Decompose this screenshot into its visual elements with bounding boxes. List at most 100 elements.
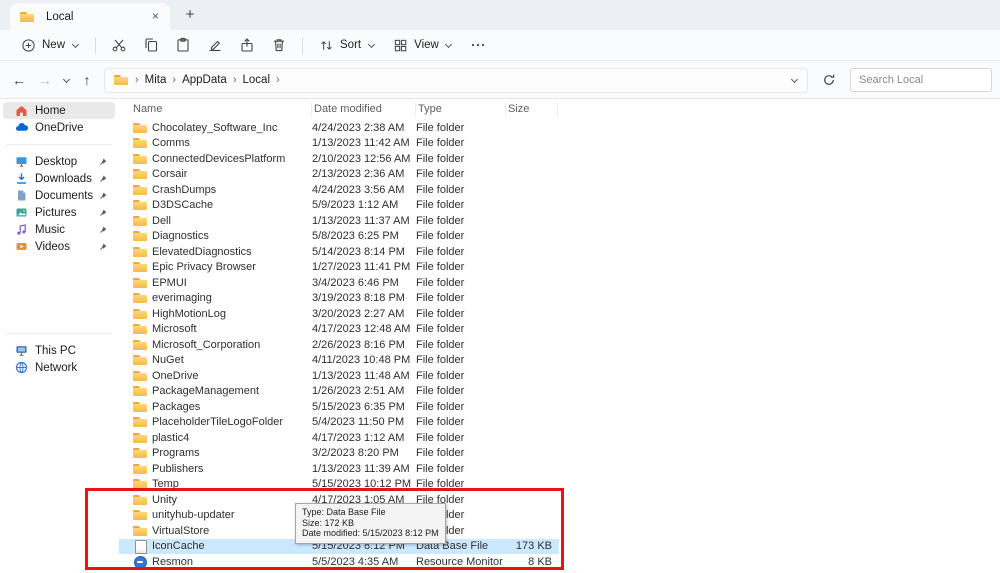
rename-button[interactable]	[199, 33, 231, 57]
sidebar-item-label: Videos	[35, 240, 70, 253]
more-options-button[interactable]	[462, 33, 494, 57]
file-icon	[133, 137, 147, 149]
file-name: ConnectedDevicesPlatform	[152, 152, 286, 165]
sidebar-item-videos[interactable]: Videos	[3, 238, 115, 255]
breadcrumb-item-appdata[interactable]: AppData	[178, 72, 231, 88]
column-header-name[interactable]: Name	[119, 101, 312, 117]
file-date-modified: 4/24/2023 2:38 AM	[312, 121, 405, 134]
file-name: Resmon	[152, 555, 193, 568]
file-size: 8 KB	[528, 555, 552, 568]
column-header-size[interactable]: Size	[506, 101, 558, 117]
search-input[interactable]	[850, 68, 992, 92]
file-icon	[133, 432, 147, 444]
file-row[interactable]: Diagnostics 5/8/2023 6:25 PM File folder	[119, 229, 559, 245]
file-date-modified: 2/26/2023 8:16 PM	[312, 338, 405, 351]
file-date-modified: 5/15/2023 10:12 PM	[312, 478, 412, 491]
recent-locations-button[interactable]	[58, 67, 74, 93]
file-row[interactable]: EPMUI 3/4/2023 6:46 PM File folder	[119, 275, 559, 291]
address-dropdown-icon[interactable]	[790, 76, 798, 84]
sidebar-item-label: Music	[35, 223, 66, 236]
view-button[interactable]: View	[384, 34, 462, 57]
delete-icon	[274, 39, 285, 52]
file-row[interactable]: Temp 5/15/2023 10:12 PM File folder	[119, 477, 559, 493]
file-row[interactable]: Epic Privacy Browser 1/27/2023 11:41 PM …	[119, 260, 559, 276]
file-date-modified: 1/13/2023 11:48 AM	[312, 369, 410, 382]
file-type: File folder	[416, 183, 465, 196]
file-icon	[133, 385, 147, 397]
up-button[interactable]: ↑	[74, 67, 100, 93]
address-bar[interactable]: › Mita › AppData › Local ›	[104, 67, 808, 93]
sidebar-item-pictures[interactable]: Pictures	[3, 204, 115, 221]
file-type: File folder	[416, 214, 465, 227]
file-row[interactable]: CrashDumps 4/24/2023 3:56 AM File folder	[119, 182, 559, 198]
breadcrumb-item-local[interactable]: Local	[239, 72, 275, 88]
share-icon	[241, 38, 253, 52]
file-row[interactable]: Programs 3/2/2023 8:20 PM File folder	[119, 446, 559, 462]
file-row[interactable]: Resmon 5/5/2023 4:35 AM Resource Monitor…	[119, 554, 559, 570]
file-row[interactable]: Publishers 1/13/2023 11:39 AM File folde…	[119, 461, 559, 477]
file-icon	[133, 416, 147, 428]
file-row[interactable]: Microsoft_Corporation 2/26/2023 8:16 PM …	[119, 337, 559, 353]
file-icon	[133, 447, 147, 459]
this-pc-icon	[16, 346, 27, 356]
sidebar-item-this-pc[interactable]: This PC	[3, 342, 115, 359]
sort-button[interactable]: Sort	[310, 34, 384, 57]
forward-button[interactable]: →	[32, 67, 58, 93]
file-row[interactable]: Dell 1/13/2023 11:37 AM File folder	[119, 213, 559, 229]
sidebar-item-label: Desktop	[35, 155, 78, 168]
file-icon	[133, 122, 147, 134]
new-button[interactable]: New	[12, 34, 88, 57]
file-row[interactable]: Microsoft 4/17/2023 12:48 AM File folder	[119, 322, 559, 338]
documents-icon	[18, 190, 26, 201]
pictures-icon	[16, 208, 27, 217]
sidebar-item-music[interactable]: Music	[3, 221, 115, 238]
file-row[interactable]: Packages 5/15/2023 6:35 PM File folder	[119, 399, 559, 415]
breadcrumb-separator: ›	[135, 74, 139, 86]
refresh-button[interactable]	[816, 67, 842, 93]
file-type: File folder	[416, 152, 465, 165]
share-button[interactable]	[231, 33, 263, 57]
file-row[interactable]: plastic4 4/17/2023 1:12 AM File folder	[119, 430, 559, 446]
new-tab-button[interactable]: +	[178, 4, 202, 28]
copy-button[interactable]	[135, 33, 167, 57]
delete-button[interactable]	[263, 33, 295, 57]
file-row[interactable]: Corsair 2/13/2023 2:36 AM File folder	[119, 167, 559, 183]
tab-close-icon[interactable]: ×	[147, 8, 164, 25]
file-row[interactable]: Chocolatey_Software_Inc 4/24/2023 2:38 A…	[119, 120, 559, 136]
breadcrumb-separator: ›	[276, 74, 280, 86]
file-row[interactable]: ConnectedDevicesPlatform 2/10/2023 12:56…	[119, 151, 559, 167]
column-header-type[interactable]: Type	[416, 101, 506, 117]
file-date-modified: 2/13/2023 2:36 AM	[312, 168, 405, 181]
file-icon	[133, 494, 147, 506]
file-name: Programs	[152, 447, 200, 460]
sidebar-item-label: Documents	[35, 189, 94, 202]
sidebar-item-home[interactable]: Home	[3, 102, 115, 119]
file-icon	[133, 261, 147, 273]
sidebar-item-documents[interactable]: Documents	[3, 187, 115, 204]
column-header-date-modified[interactable]: Date modified	[312, 101, 416, 117]
sidebar-item-onedrive[interactable]: OneDrive	[3, 119, 115, 136]
file-tooltip: Type: Data Base File Size: 172 KB Date m…	[295, 503, 446, 544]
sort-button-label: Sort	[340, 39, 362, 51]
file-row[interactable]: NuGet 4/11/2023 10:48 PM File folder	[119, 353, 559, 369]
file-row[interactable]: PlaceholderTileLogoFolder 5/4/2023 11:50…	[119, 415, 559, 431]
sidebar-item-desktop[interactable]: Desktop	[3, 153, 115, 170]
tooltip-date-line: Date modified: 5/15/2023 8:12 PM	[302, 528, 439, 538]
back-button[interactable]: ←	[6, 67, 32, 93]
file-row[interactable]: HighMotionLog 3/20/2023 2:27 AM File fol…	[119, 306, 559, 322]
file-row[interactable]: Comms 1/13/2023 11:42 AM File folder	[119, 136, 559, 152]
sidebar-item-downloads[interactable]: Downloads	[3, 170, 115, 187]
file-date-modified: 5/4/2023 11:50 PM	[312, 416, 405, 429]
file-row[interactable]: PackageManagement 1/26/2023 2:51 AM File…	[119, 384, 559, 400]
file-row[interactable]: ElevatedDiagnostics 5/14/2023 8:14 PM Fi…	[119, 244, 559, 260]
onedrive-icon	[15, 123, 28, 131]
sidebar-item-network[interactable]: Network	[3, 359, 115, 376]
file-row[interactable]: everimaging 3/19/2023 8:18 PM File folde…	[119, 291, 559, 307]
cut-button[interactable]	[103, 33, 135, 57]
paste-button[interactable]	[167, 33, 199, 57]
tab-local[interactable]: Local ×	[10, 3, 170, 30]
file-name: Temp	[152, 478, 179, 491]
file-row[interactable]: OneDrive 1/13/2023 11:48 AM File folder	[119, 368, 559, 384]
breadcrumb-item-mita[interactable]: Mita	[141, 72, 171, 88]
file-row[interactable]: D3DSCache 5/9/2023 1:12 AM File folder	[119, 198, 559, 214]
